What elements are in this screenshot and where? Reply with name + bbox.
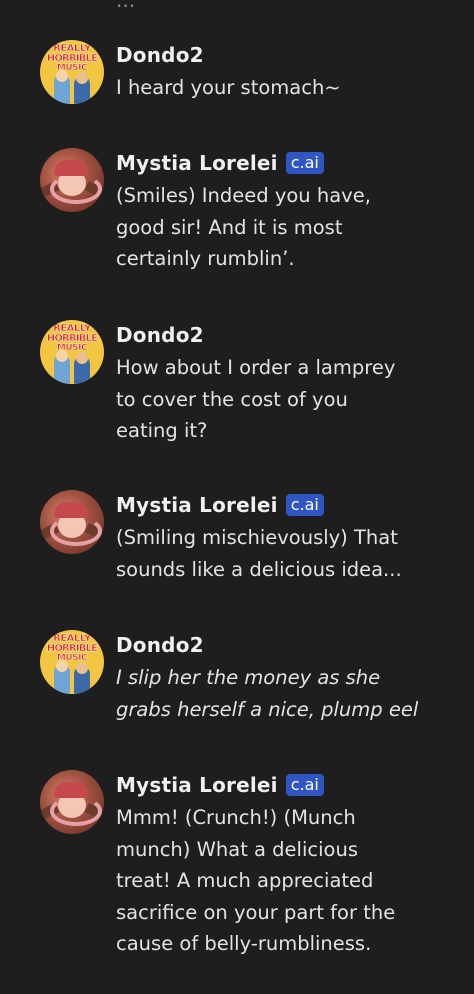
- author-name[interactable]: Mystia Lorelei: [116, 490, 278, 520]
- message-header: Mystia Lorelei c.ai: [116, 770, 324, 800]
- avatar[interactable]: [40, 148, 104, 212]
- avatar-figure: [56, 350, 68, 362]
- avatar-figure: [76, 352, 88, 364]
- message-text: Mmm! (Crunch!) (Munch munch) What a deli…: [116, 806, 396, 955]
- avatar[interactable]: REALLY HORRIBLE MUSIC: [40, 320, 104, 384]
- message-text: (Smiles) Indeed you have, good sir! And …: [116, 184, 371, 270]
- author-name[interactable]: Dondo2: [116, 630, 204, 660]
- avatar-logo-text: MUSIC: [56, 653, 88, 663]
- avatar-figure: [54, 160, 88, 176]
- message-header: Mystia Lorelei c.ai: [116, 490, 324, 520]
- avatar[interactable]: [40, 770, 104, 834]
- cai-badge: c.ai: [285, 494, 324, 516]
- message-text: I heard your stomach~: [116, 76, 341, 99]
- message-text: (Smiling mischievously) That sounds like…: [116, 526, 402, 581]
- message-text: How about I order a lamprey to cover the…: [116, 356, 396, 442]
- author-name[interactable]: Mystia Lorelei: [116, 770, 278, 800]
- message-header: Dondo2: [116, 40, 204, 70]
- author-name[interactable]: Mystia Lorelei: [116, 148, 278, 178]
- avatar-logo-text: MUSIC: [56, 63, 88, 73]
- avatar[interactable]: [40, 490, 104, 554]
- cai-badge: c.ai: [285, 152, 324, 174]
- author-name[interactable]: Dondo2: [116, 40, 204, 70]
- avatar[interactable]: REALLY HORRIBLE MUSIC: [40, 40, 104, 104]
- avatar[interactable]: REALLY HORRIBLE MUSIC: [40, 630, 104, 694]
- message-text: I slip her the money as she grabs hersel…: [116, 666, 419, 721]
- avatar-figure: [56, 70, 68, 82]
- avatar-figure: [76, 662, 88, 674]
- message-header: Dondo2: [116, 320, 204, 350]
- cai-badge: c.ai: [285, 774, 324, 796]
- message-header: Dondo2: [116, 630, 204, 660]
- message-header: Mystia Lorelei c.ai: [116, 148, 324, 178]
- avatar-logo-text: MUSIC: [56, 343, 88, 353]
- avatar-figure: [56, 660, 68, 672]
- chat-feed: ... REALLY HORRIBLE MUSIC Dondo2 I heard…: [0, 0, 474, 994]
- avatar-figure: [76, 72, 88, 84]
- previous-message-cutoff: ...: [116, 0, 136, 12]
- avatar-figure: [54, 782, 88, 798]
- author-name[interactable]: Dondo2: [116, 320, 204, 350]
- avatar-figure: [54, 502, 88, 518]
